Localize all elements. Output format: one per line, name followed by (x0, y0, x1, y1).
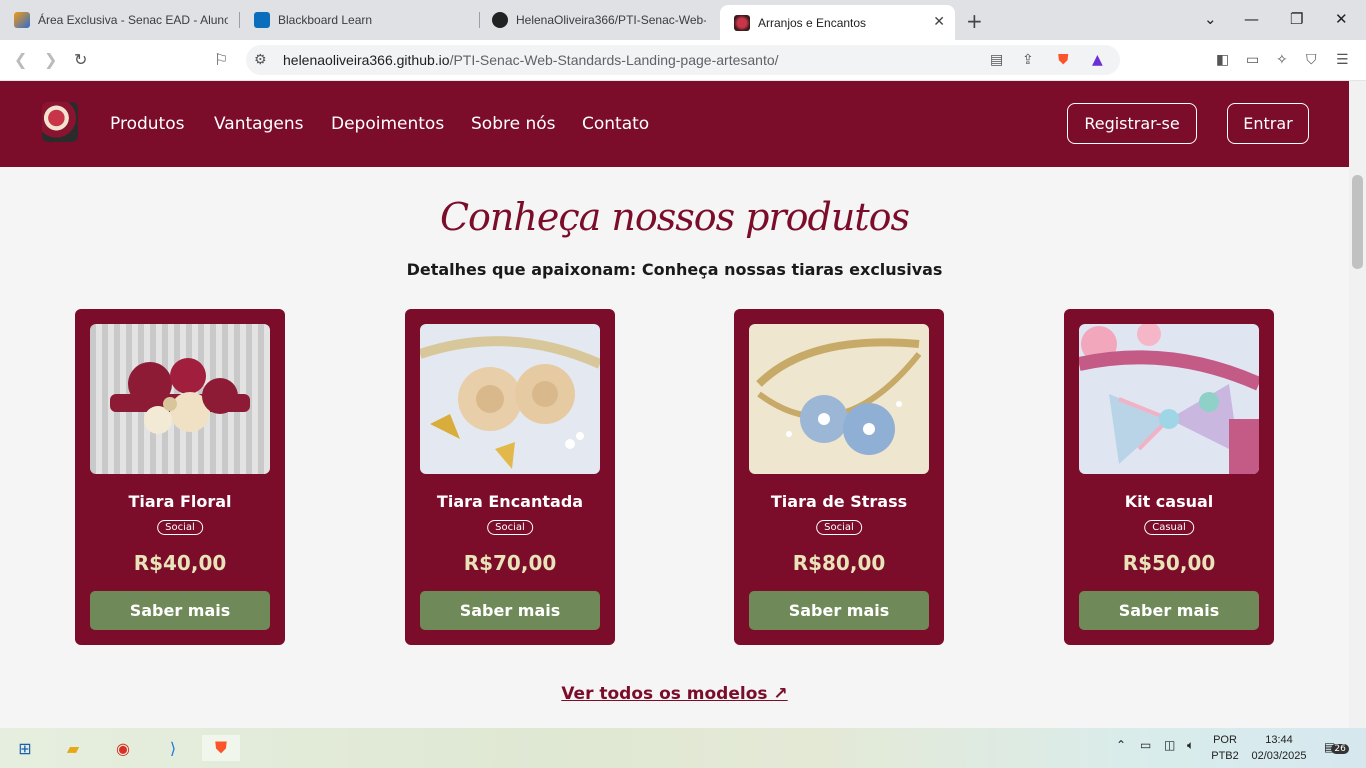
notifications-icon[interactable]: ▤26 (1324, 740, 1349, 754)
product-tag: Social (157, 520, 203, 535)
saber-mais-button[interactable]: Saber mais (90, 591, 270, 630)
product-price: R$80,00 (792, 551, 886, 575)
vpn-icon[interactable]: ⛉ (1306, 52, 1317, 68)
url-text[interactable]: helenaoliveira366.github.io/PTI-Senac-We… (283, 52, 779, 68)
restore-icon[interactable]: ❐ (1290, 10, 1303, 28)
product-name: Kit casual (1124, 492, 1214, 511)
site-settings-icon[interactable]: ⚙ (254, 52, 267, 68)
product-card: Kit casual Casual R$50,00 Saber mais (1064, 309, 1274, 645)
product-image-tiara-encantada (420, 324, 600, 474)
product-price: R$50,00 (1122, 551, 1216, 575)
section-title: Conheça nossos produtos (439, 195, 910, 239)
product-image-kit-casual (1079, 324, 1259, 474)
brave-rewards-icon[interactable]: ▲ (1092, 52, 1103, 68)
product-name: Tiara Encantada (436, 492, 584, 511)
product-price: R$70,00 (463, 551, 557, 575)
network-icon[interactable]: ▭ (1140, 738, 1151, 752)
nav-produtos[interactable]: Produtos (110, 114, 184, 134)
site-logo[interactable] (42, 102, 78, 142)
vscode-icon[interactable]: ⟩ (160, 735, 186, 761)
see-all-models-link[interactable]: Ver todos os modelos ↗ (561, 684, 787, 704)
volume-icon[interactable]: 🔈︎ (1187, 738, 1194, 753)
nav-contato[interactable]: Contato (582, 114, 649, 134)
nav-depoimentos[interactable]: Depoimentos (331, 114, 444, 134)
tab-search-icon[interactable]: ⌄ (1204, 10, 1217, 28)
brave-shields-icon[interactable]: ⛊ (1058, 52, 1069, 68)
sidebar-icon[interactable]: ◧ (1216, 52, 1229, 68)
reload-icon[interactable]: ↻ (74, 50, 87, 69)
clock[interactable]: 13:44 02/03/2025 (1246, 732, 1312, 764)
tray-chevron-icon[interactable]: ⌃ (1116, 738, 1126, 752)
close-window-icon[interactable]: ✕ (1335, 10, 1348, 28)
product-image-tiara-floral (90, 324, 270, 474)
product-card: Tiara Encantada Social R$70,00 Saber mai… (405, 309, 615, 645)
minimize-icon[interactable]: — (1244, 10, 1259, 28)
nav-sobre-nos[interactable]: Sobre nós (471, 114, 556, 134)
register-button[interactable]: Registrar-se (1067, 103, 1197, 144)
back-icon[interactable]: ❮ (14, 50, 27, 69)
chrome-icon[interactable]: ◉ (110, 735, 136, 761)
external-link-icon: ↗ (773, 684, 788, 704)
forward-icon[interactable]: ❯ (44, 50, 57, 69)
blackboard-favicon-icon (254, 12, 270, 28)
product-name: Tiara de Strass (770, 492, 908, 511)
file-explorer-icon[interactable]: ▰ (60, 735, 86, 761)
bookmark-icon[interactable]: ⚐ (214, 50, 228, 69)
product-tag: Casual (1144, 520, 1194, 535)
leo-ai-icon[interactable]: ✧ (1276, 52, 1288, 68)
flower-image (420, 336, 600, 469)
product-tag: Social (816, 520, 862, 535)
scrollbar-thumb[interactable] (1352, 175, 1363, 269)
product-price: R$40,00 (133, 551, 227, 575)
share-icon[interactable]: ⇪ (1022, 52, 1034, 68)
tab-blackboard[interactable]: Blackboard Learn (240, 5, 480, 35)
product-name: Tiara Floral (128, 492, 232, 511)
senac-favicon-icon (14, 12, 30, 28)
brave-taskbar-icon[interactable]: ⛊ (202, 735, 240, 761)
product-card: Tiara Floral Social R$40,00 Saber mais (75, 309, 285, 645)
section-subtitle: Detalhes que apaixonam: Conheça nossas t… (406, 260, 943, 279)
reader-mode-icon[interactable]: ▤ (990, 52, 1003, 68)
flower-image (110, 358, 250, 434)
see-all-models: Ver todos os modelos ↗ (0, 684, 1349, 704)
menu-icon[interactable]: ☰ (1336, 52, 1349, 68)
site-favicon-icon (734, 14, 750, 31)
onedrive-icon[interactable]: ◫ (1164, 738, 1175, 752)
tab-github[interactable]: HelenaOliveira366/PTI-Senac-Web-S (478, 5, 718, 35)
product-tag: Social (487, 520, 533, 535)
new-tab-icon[interactable]: + (966, 9, 983, 33)
github-favicon-icon (492, 12, 508, 28)
login-button[interactable]: Entrar (1227, 103, 1309, 144)
bow-image (1079, 324, 1259, 474)
flower-image (756, 338, 922, 455)
saber-mais-button[interactable]: Saber mais (420, 591, 600, 630)
product-image-tiara-de-strass (749, 324, 929, 474)
saber-mais-button[interactable]: Saber mais (749, 591, 929, 630)
language-indicator[interactable]: POR PTB2 (1208, 732, 1242, 764)
tab-senac-ead[interactable]: Área Exclusiva - Senac EAD - Aluno (0, 5, 240, 35)
product-card: Tiara de Strass Social R$80,00 Saber mai… (734, 309, 944, 645)
close-tab-icon[interactable]: ✕ (933, 13, 945, 30)
windows-start-icon[interactable]: ⊞ (12, 735, 38, 761)
nav-vantagens[interactable]: Vantagens (214, 114, 303, 134)
saber-mais-button[interactable]: Saber mais (1079, 591, 1259, 630)
tab-arranjos-e-encantos[interactable]: Arranjos e Encantos ✕ (720, 5, 955, 40)
wallet-icon[interactable]: ▭ (1246, 52, 1259, 68)
